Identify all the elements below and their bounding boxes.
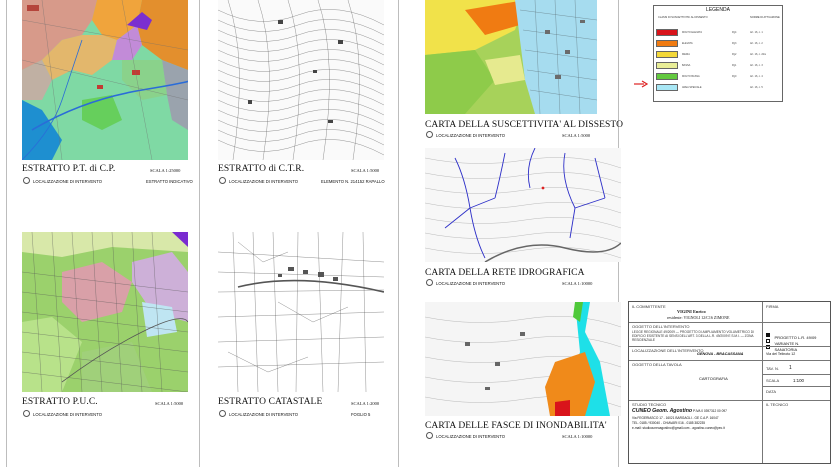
legend-row-label: AREA SPECIALE bbox=[682, 86, 702, 89]
legend-row-code: Pg4 bbox=[732, 31, 737, 34]
committente-name: VIGINI Enrico bbox=[677, 309, 706, 314]
idrografica-map bbox=[425, 148, 621, 262]
scala-label: SCALA bbox=[766, 378, 780, 383]
ctr-scale: SCALA 1:5000 bbox=[351, 168, 380, 173]
legend-swatch bbox=[656, 29, 678, 36]
puc-map bbox=[22, 232, 188, 392]
studio-piva: P.IVA 0 0397312 00 097 bbox=[693, 409, 727, 413]
suscettivita-map bbox=[425, 0, 597, 114]
ptcp-title: ESTRATTO P.T. di C.P. bbox=[22, 164, 116, 174]
inondabilita-map bbox=[425, 302, 621, 416]
oggetto-text: LEGGE REGIONALE 49/2009 — PROGETTO DI AM… bbox=[632, 330, 754, 342]
catastale-note: FOGLIO 5 bbox=[351, 412, 371, 417]
idrografica-legend-label: LOCALIZZAZIONE DI INTERVENTO bbox=[436, 281, 505, 286]
legend-row-art: Art. 16, c. 5 bbox=[750, 86, 763, 89]
scala-value: 1:100 bbox=[793, 378, 804, 383]
arrow-right-icon bbox=[634, 80, 648, 88]
tecnico-label: IL TECNICO bbox=[766, 402, 789, 407]
legend-title: LEGENDA bbox=[706, 7, 730, 13]
legend-row-label: MOLTO ELEVATA bbox=[682, 31, 703, 34]
puc-location-marker-icon bbox=[23, 410, 30, 417]
legend-row: BASSA Pg1 Art. 16, c. 3 bbox=[654, 61, 782, 70]
localizzazione-label: LOCALIZZAZIONE DELL'INTERVENTO bbox=[632, 348, 704, 353]
legend-row-art: Art. 16, c. 4 bbox=[750, 75, 763, 78]
ctr-legend-label: LOCALIZZAZIONE DI INTERVENTO bbox=[229, 179, 298, 184]
legend-row: AREA SPECIALE Art. 16, c. 5 bbox=[654, 83, 782, 92]
catastale-title: ESTRATTO CATASTALE bbox=[218, 397, 323, 407]
inondabilita-location-marker-icon bbox=[426, 432, 433, 439]
catastale-legend-label: LOCALIZZAZIONE DI INTERVENTO bbox=[229, 412, 298, 417]
committente-address: residente: VIGNOLI 12/C16 ZIMONE bbox=[667, 315, 730, 320]
inondabilita-scale: SCALA 1:10000 bbox=[562, 434, 593, 439]
legend-row-label: MOLTO BASSA bbox=[682, 75, 700, 78]
legend-row-code: Pg2 bbox=[732, 53, 737, 56]
puc-legend-label: LOCALIZZAZIONE DI INTERVENTO bbox=[33, 412, 102, 417]
ctr-note: ELEMENTO N. 214152 RAPALLO bbox=[321, 179, 385, 184]
legend-box: LEGENDA CLASSI DI SUSCETTIVITA' AL DISSE… bbox=[653, 5, 783, 102]
ptcp-map bbox=[22, 0, 188, 160]
legend-row-code: Pg3 bbox=[732, 42, 737, 45]
legend-row-art: Art. 16, c. 2 bbox=[750, 42, 763, 45]
firma-label: FIRMA bbox=[766, 304, 779, 309]
studio-name: CUNEO Geom. Agostino bbox=[632, 408, 693, 414]
puc-scale: SCALA 1:5000 bbox=[155, 401, 184, 406]
legend-header-norms: NORME DI ATTUAZIONE bbox=[750, 16, 780, 19]
legend-row: MOLTO ELEVATA Pg4 Art. 16, c. 1 bbox=[654, 28, 782, 37]
ctr-map bbox=[218, 0, 384, 160]
suscettivita-title: CARTA DELLA SUSCETTIVITA' AL DISSESTO bbox=[425, 120, 624, 130]
suscettivita-scale: SCALA 1:5000 bbox=[562, 133, 591, 138]
catastale-location-marker-icon bbox=[219, 410, 226, 417]
legend-row-art: Art. 16, c. 1 bbox=[750, 31, 763, 34]
committente-label: IL COMMITTENTE bbox=[632, 304, 666, 309]
inondabilita-title: CARTA DELLE FASCE DI INONDABILITA' bbox=[425, 421, 607, 431]
ptcp-scale: SCALA 1:25000 bbox=[150, 168, 181, 173]
tav-label: TAV. N. bbox=[766, 366, 780, 371]
legend-row-label: MEDIA bbox=[682, 53, 690, 56]
ctr-location-marker-icon bbox=[219, 177, 226, 184]
legend-swatch bbox=[656, 62, 678, 69]
ptcp-legend-label: LOCALIZZAZIONE DI INTERVENTO bbox=[33, 179, 102, 184]
studio-address: Via FEGERIASCO 17 - 16021 BARGAGLI - GE … bbox=[632, 416, 719, 420]
suscettivita-location-marker-icon bbox=[426, 131, 433, 138]
idrografica-location-marker-icon bbox=[426, 279, 433, 286]
localizzazione-localita: Via del Telinoto 12 bbox=[766, 352, 796, 356]
legend-row-code: Pg1 bbox=[732, 64, 737, 67]
legend-header-classes: CLASSI DI SUSCETTIVITA' AL DISSESTO bbox=[658, 16, 708, 19]
inondabilita-legend-label: LOCALIZZAZIONE DI INTERVENTO bbox=[436, 434, 505, 439]
tavola-oggetto-value: CARTOGRAFIA bbox=[699, 376, 728, 381]
studio-tel: TEL. 0185 / 930040 - CHIAVARI 016 - 0185… bbox=[632, 421, 706, 425]
legend-swatch bbox=[656, 84, 678, 91]
tav-value: 1 bbox=[789, 365, 792, 371]
studio-mail: e-mail: studiocuneoagostino@gmail.com - … bbox=[632, 426, 725, 430]
legend-swatch bbox=[656, 73, 678, 80]
legend-row-label: BASSA bbox=[682, 64, 691, 67]
legend-swatch bbox=[656, 40, 678, 47]
catastale-map bbox=[218, 232, 384, 392]
suscettivita-legend-label: LOCALIZZAZIONE DI INTERVENTO bbox=[436, 133, 505, 138]
data-label: DATA bbox=[766, 389, 777, 394]
legend-row-code: Pg0 bbox=[732, 75, 737, 78]
localizzazione-comune: GENOVA - BRACASSANA bbox=[697, 352, 744, 356]
legend-row-art: Art. 16, c. 2bis bbox=[750, 53, 766, 56]
title-block: IL COMMITTENTE VIGINI Enrico residente: … bbox=[628, 301, 831, 464]
ctr-title: ESTRATTO di C.T.R. bbox=[218, 164, 305, 174]
oggetto-label: OGGETTO DELL'INTERVENTO bbox=[632, 324, 690, 329]
legend-swatch bbox=[656, 51, 678, 58]
idrografica-title: CARTA DELLA RETE IDROGRAFICA bbox=[425, 268, 585, 278]
legend-row: ELEVATA Pg3 Art. 16, c. 2 bbox=[654, 39, 782, 48]
tavola-oggetto-label: OGGETTO DELLA TAVOLA bbox=[632, 362, 682, 367]
legend-row-art: Art. 16, c. 3 bbox=[750, 64, 763, 67]
puc-title: ESTRATTO P.U.C. bbox=[22, 397, 98, 407]
legend-row: MEDIA Pg2 Art. 16, c. 2bis bbox=[654, 50, 782, 59]
ptcp-location-marker-icon bbox=[23, 177, 30, 184]
ptcp-note: ESTRATTO INDICATIVO bbox=[146, 179, 193, 184]
idrografica-scale: SCALA 1:10000 bbox=[562, 281, 593, 286]
studio-label: STUDIO TECNICO bbox=[632, 402, 667, 407]
catastale-scale: SCALA 1:2000 bbox=[351, 401, 380, 406]
legend-row-label: ELEVATA bbox=[682, 42, 693, 45]
legend-row: MOLTO BASSA Pg0 Art. 16, c. 4 bbox=[654, 72, 782, 81]
